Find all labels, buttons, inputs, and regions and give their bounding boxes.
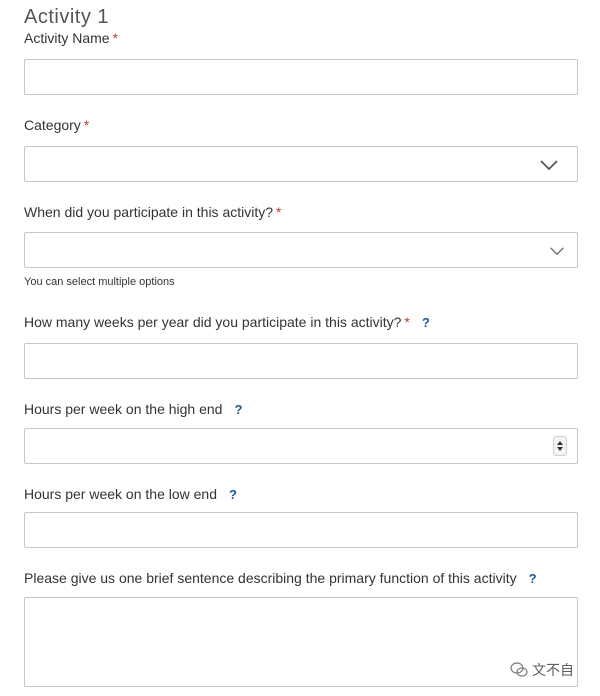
hours-high-label-text: Hours per week on the high end [24, 401, 223, 417]
wechat-icon [510, 662, 528, 677]
hours-low-label-text: Hours per week on the low end [24, 486, 217, 502]
participation-hint: You can select multiple options [24, 276, 175, 288]
watermark: 文不自 [510, 660, 574, 680]
description-label-text: Please give us one brief sentence descri… [24, 570, 517, 586]
stepper-arrows-icon [557, 441, 563, 451]
participation-select[interactable] [24, 232, 578, 268]
question-icon[interactable]: ? [234, 402, 242, 417]
category-label: Category * [24, 117, 89, 133]
weeks-label-text: How many weeks per year did you particip… [24, 314, 402, 330]
question-icon[interactable]: ? [529, 571, 537, 586]
activity-form: Activity 1 Activity Name * Category * When… [0, 0, 600, 696]
category-label-text: Category [24, 117, 81, 133]
hours-low-input[interactable] [24, 512, 578, 548]
chevron-down-icon [540, 160, 558, 171]
watermark-text: 文不自 [532, 662, 574, 678]
stepper-icon[interactable] [553, 436, 567, 456]
activity-name-label: Activity Name * [24, 30, 118, 46]
hours-low-label: Hours per week on the low end? [24, 486, 237, 502]
chevron-down-icon [550, 247, 564, 256]
required-marker: * [404, 314, 410, 330]
question-icon[interactable]: ? [422, 315, 430, 330]
participation-label-text: When did you participate in this activit… [24, 204, 274, 220]
required-marker: * [112, 30, 119, 46]
hours-high-input[interactable] [24, 428, 578, 464]
required-marker: * [83, 117, 90, 133]
weeks-label: How many weeks per year did you particip… [24, 314, 430, 330]
activity-name-label-text: Activity Name [24, 30, 110, 46]
question-icon[interactable]: ? [229, 487, 237, 502]
hours-high-label: Hours per week on the high end? [24, 401, 242, 417]
weeks-per-year-input[interactable] [24, 343, 578, 379]
activity-name-input[interactable] [24, 59, 578, 95]
required-marker: * [276, 204, 282, 220]
description-textarea[interactable] [24, 597, 578, 687]
form-title: Activity 1 [24, 6, 110, 28]
participation-label: When did you participate in this activit… [24, 204, 281, 220]
category-select[interactable] [24, 146, 578, 182]
description-label: Please give us one brief sentence descri… [24, 570, 537, 586]
